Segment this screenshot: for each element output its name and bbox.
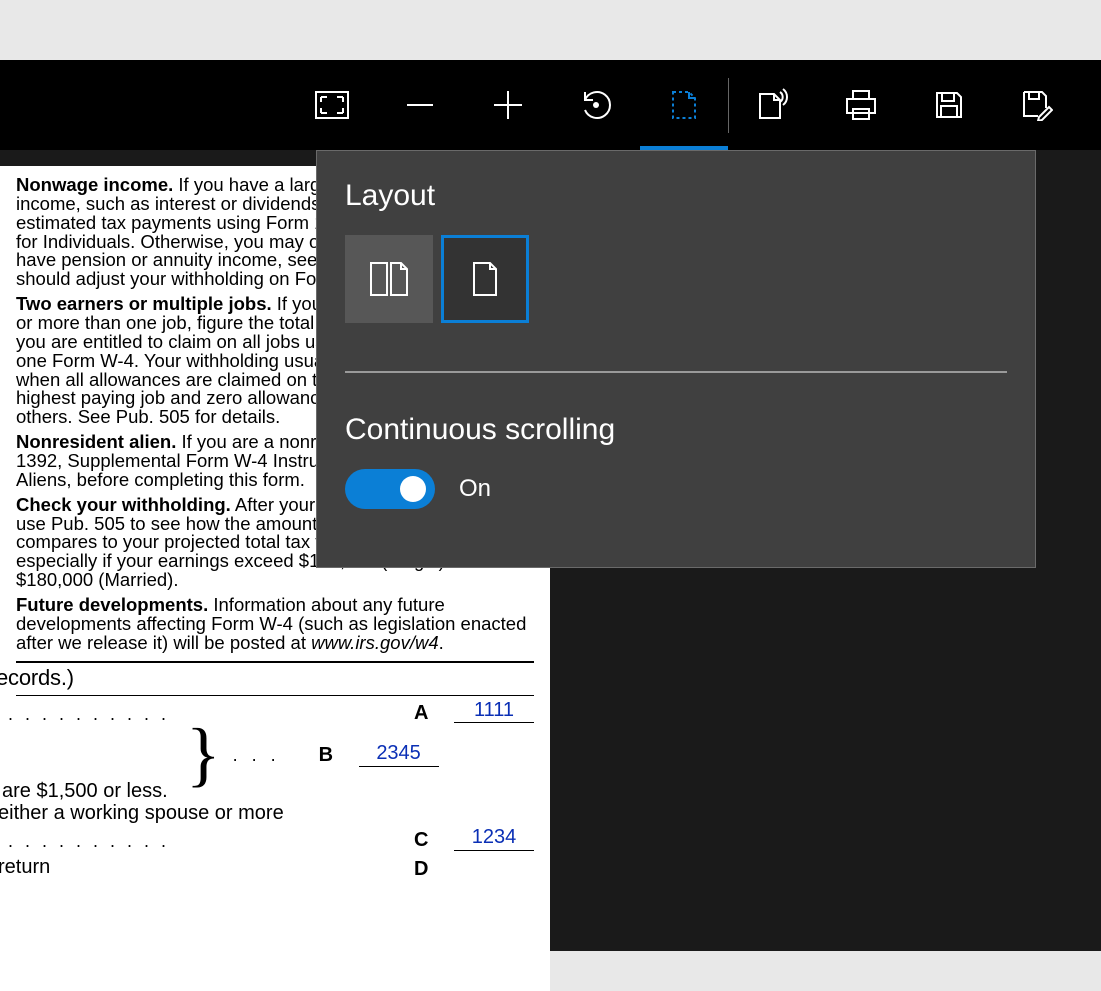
print-button[interactable] bbox=[817, 60, 905, 150]
continuous-scrolling-toggle[interactable] bbox=[345, 469, 435, 509]
paragraph-future-dev: Future developments. Information about a… bbox=[16, 596, 534, 653]
rotate-button[interactable] bbox=[552, 60, 640, 150]
worksheet-row-a: .......... A 1111 bbox=[16, 700, 534, 723]
zoom-out-button[interactable] bbox=[376, 60, 464, 150]
printer-icon bbox=[844, 89, 878, 121]
pdf-toolbar bbox=[0, 60, 1101, 150]
plus-icon bbox=[492, 89, 524, 121]
layout-popup: Layout Continuous scrolling On bbox=[316, 150, 1036, 568]
layout-heading: Layout bbox=[345, 179, 1007, 213]
floppy-disk-icon bbox=[934, 90, 964, 120]
read-aloud-icon bbox=[756, 88, 790, 122]
line-divider bbox=[16, 695, 534, 696]
read-aloud-button[interactable] bbox=[729, 60, 817, 150]
minus-icon bbox=[405, 90, 435, 120]
toggle-state-label: On bbox=[459, 475, 491, 503]
rotate-icon bbox=[579, 88, 613, 122]
line-c-pretext: either a working spouse or more bbox=[0, 803, 534, 823]
two-page-icon bbox=[369, 261, 409, 297]
worksheet-row-d: return D bbox=[16, 855, 534, 879]
page-layout-icon bbox=[669, 88, 699, 122]
zoom-in-button[interactable] bbox=[464, 60, 552, 150]
layout-two-page-option[interactable] bbox=[345, 235, 433, 323]
records-text: ecords.) bbox=[0, 667, 534, 689]
layout-button[interactable] bbox=[640, 60, 728, 150]
single-page-icon bbox=[470, 261, 500, 297]
layout-single-page-option[interactable] bbox=[441, 235, 529, 323]
section-divider bbox=[16, 661, 534, 663]
save-as-button[interactable] bbox=[993, 60, 1081, 150]
line-b-note: are $1,500 or less. bbox=[2, 781, 534, 801]
fit-page-icon bbox=[315, 91, 349, 119]
continuous-scrolling-row: On bbox=[345, 469, 1007, 509]
worksheet-row-b: } ... B 2345 bbox=[16, 733, 534, 776]
popup-divider bbox=[345, 371, 1007, 373]
worksheet-row-c: .......... C 1234 bbox=[16, 827, 534, 850]
curly-brace-icon: } bbox=[186, 733, 221, 776]
window-titlebar-area bbox=[0, 0, 1101, 60]
field-a-value[interactable]: 1111 bbox=[454, 700, 534, 723]
fit-page-button[interactable] bbox=[288, 60, 376, 150]
field-c-value[interactable]: 1234 bbox=[454, 827, 534, 850]
toggle-knob bbox=[400, 476, 426, 502]
continuous-scrolling-heading: Continuous scrolling bbox=[345, 413, 1007, 447]
floppy-disk-edit-icon bbox=[1021, 89, 1053, 121]
save-button[interactable] bbox=[905, 60, 993, 150]
field-b-value[interactable]: 2345 bbox=[359, 743, 439, 766]
layout-options-group bbox=[345, 235, 1007, 323]
